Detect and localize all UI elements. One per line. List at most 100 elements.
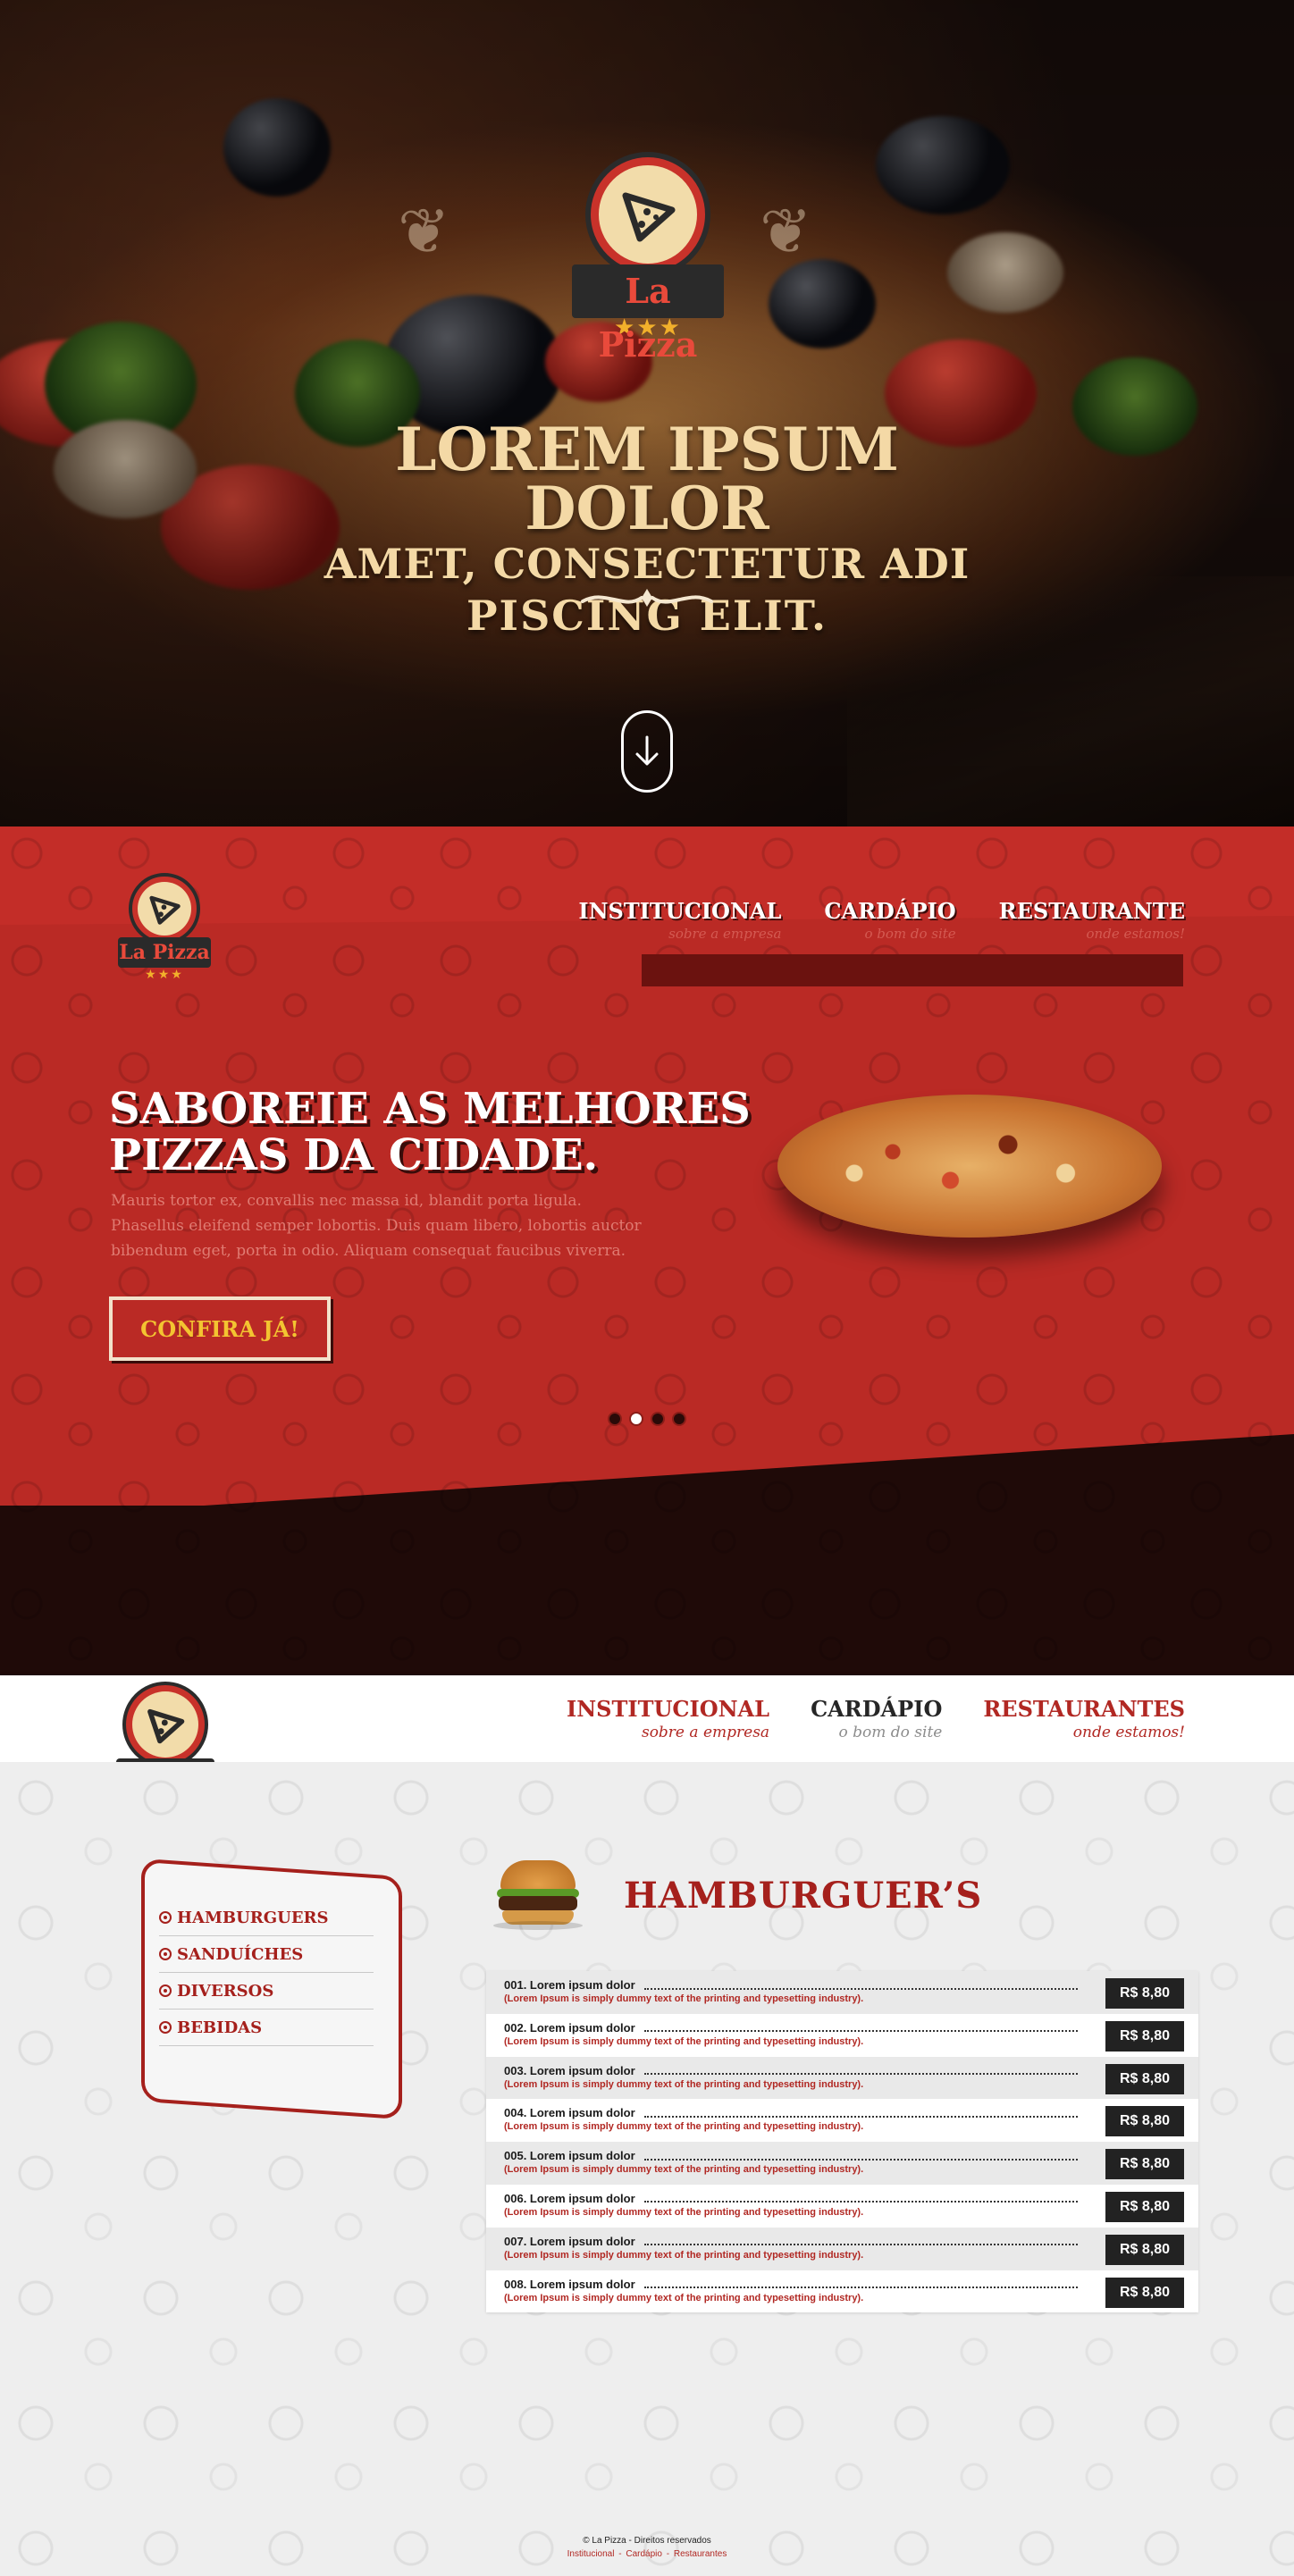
item-description: (Lorem Ipsum is simply dummy text of the… bbox=[504, 2164, 864, 2176]
footer: © La Pizza - Direitos reservados Institu… bbox=[0, 2536, 1294, 2559]
dotted-leader bbox=[643, 2194, 1078, 2203]
burger-icon bbox=[493, 1860, 583, 1930]
slider-section: La Pizza ★★★ INSTITUCIONAL sobre a empre… bbox=[0, 827, 1294, 1675]
nav-item-cardapio[interactable]: CARDÁPIO o bom do site bbox=[811, 1696, 942, 1741]
logo-circle bbox=[122, 1682, 208, 1767]
item-name: 006. Lorem ipsum dolor bbox=[504, 2191, 635, 2205]
menu-row[interactable]: 007. Lorem ipsum dolor (Lorem Ipsum is s… bbox=[486, 2227, 1198, 2270]
menu-row[interactable]: 008. Lorem ipsum dolor (Lorem Ipsum is s… bbox=[486, 2270, 1198, 2313]
menu-row[interactable]: 001. Lorem ipsum dolor (Lorem Ipsum is s… bbox=[486, 1971, 1198, 2014]
nav-subtitle: onde estamos! bbox=[1086, 926, 1185, 942]
nav-item-restaurante[interactable]: RESTAURANTE onde estamos! bbox=[999, 898, 1185, 942]
nav-title: INSTITUCIONAL bbox=[567, 1696, 770, 1722]
slide-title-line: pizzas da cidade. bbox=[109, 1130, 599, 1180]
footer-link-institucional[interactable]: Institucional bbox=[567, 2549, 615, 2559]
menu-row[interactable]: 004. Lorem ipsum dolor (Lorem Ipsum is s… bbox=[486, 2099, 1198, 2142]
nav-subtitle: o bom do site bbox=[864, 926, 956, 942]
nav-item-cardapio[interactable]: CARDÁPIO o bom do site bbox=[824, 898, 955, 942]
bullet-icon bbox=[159, 1984, 172, 1997]
hero-overlay bbox=[0, 0, 1294, 827]
slider-dot[interactable] bbox=[672, 1412, 686, 1426]
category-label: HAMBURGUERS bbox=[177, 1908, 329, 1927]
scroll-down-button[interactable] bbox=[621, 710, 673, 793]
dotted-leader bbox=[643, 2023, 1078, 2033]
nav-underline-bar bbox=[642, 954, 1183, 986]
item-description: (Lorem Ipsum is simply dummy text of the… bbox=[504, 2121, 864, 2133]
item-price: R$ 8,80 bbox=[1105, 2106, 1184, 2137]
item-description: (Lorem Ipsum is simply dummy text of the… bbox=[504, 2206, 864, 2218]
logo-inner bbox=[599, 165, 697, 264]
hero-logo[interactable]: La Pizza ★★★ bbox=[572, 152, 724, 365]
item-description: (Lorem Ipsum is simply dummy text of the… bbox=[504, 2292, 864, 2303]
dotted-leader bbox=[643, 2066, 1078, 2076]
main-nav: INSTITUCIONAL sobre a empresa CARDÁPIO o… bbox=[578, 898, 1185, 942]
pizza-image bbox=[777, 1095, 1162, 1238]
menu-row[interactable]: 006. Lorem ipsum dolor (Lorem Ipsum is s… bbox=[486, 2185, 1198, 2228]
slide-text: Mauris tortor ex, convallis nec massa id… bbox=[111, 1192, 642, 1260]
pizza-slice-icon bbox=[622, 192, 676, 242]
item-name: 007. Lorem ipsum dolor bbox=[504, 2234, 635, 2248]
hero-title-line: Lorem ipsum dolor bbox=[395, 415, 899, 543]
dotted-leader bbox=[643, 2236, 1078, 2246]
bullet-icon bbox=[159, 1911, 172, 1924]
item-price: R$ 8,80 bbox=[1105, 2063, 1184, 2094]
slider-dots bbox=[608, 1412, 686, 1426]
slider-dot-active[interactable] bbox=[629, 1412, 643, 1426]
nav-title: CARDÁPIO bbox=[811, 1696, 943, 1722]
nav-title: RESTAURANTE bbox=[998, 898, 1185, 924]
slide-title-line: Saboreie as melhores bbox=[109, 1084, 751, 1134]
confira-button[interactable]: CONFIRA JÁ! bbox=[109, 1296, 331, 1361]
category-title: HAMBURGUER’S bbox=[624, 1875, 983, 1917]
footer-link-cardapio[interactable]: Cardápio bbox=[626, 2549, 662, 2559]
divider-ornament-icon bbox=[579, 585, 715, 612]
item-price: R$ 8,80 bbox=[1105, 2149, 1184, 2180]
nav-item-institucional[interactable]: INSTITUCIONAL sobre a empresa bbox=[567, 1696, 769, 1741]
nav-subtitle: sobre a empresa bbox=[641, 1724, 770, 1741]
logo-circle bbox=[585, 152, 710, 277]
item-name: 005. Lorem ipsum dolor bbox=[504, 2149, 635, 2163]
item-name: 002. Lorem ipsum dolor bbox=[504, 2020, 635, 2035]
item-price: R$ 8,80 bbox=[1105, 2191, 1184, 2222]
nav-title: CARDÁPIO bbox=[824, 898, 956, 924]
nav-subtitle: onde estamos! bbox=[1072, 1724, 1185, 1741]
item-price: R$ 8,80 bbox=[1105, 1978, 1184, 2009]
header-logo[interactable]: La Pizza ★★★ bbox=[118, 873, 211, 982]
menu-row[interactable]: 005. Lorem ipsum dolor (Lorem Ipsum is s… bbox=[486, 2142, 1198, 2185]
slider-dot[interactable] bbox=[608, 1412, 622, 1426]
ornament-left-icon: ❦ bbox=[398, 195, 450, 268]
category-item[interactable]: BEBIDAS bbox=[159, 2010, 374, 2046]
category-list: HAMBURGUERS SANDUÍCHES DIVERSOS BEBIDAS bbox=[159, 1900, 374, 2046]
item-description: (Lorem Ipsum is simply dummy text of the… bbox=[504, 2035, 864, 2047]
item-description: (Lorem Ipsum is simply dummy text of the… bbox=[504, 2249, 864, 2261]
item-name: 004. Lorem ipsum dolor bbox=[504, 2106, 635, 2120]
category-label: DIVERSOS bbox=[177, 1981, 274, 2001]
logo-text: La Pizza bbox=[118, 937, 211, 968]
item-name: 001. Lorem ipsum dolor bbox=[504, 1978, 635, 1992]
nav-item-institucional[interactable]: INSTITUCIONAL sobre a empresa bbox=[578, 898, 781, 942]
logo-text: La Pizza bbox=[572, 264, 724, 365]
nav-item-restaurantes[interactable]: RESTAURANTES onde estamos! bbox=[983, 1696, 1185, 1741]
footer-link-restaurantes[interactable]: Restaurantes bbox=[674, 2549, 727, 2559]
category-item[interactable]: SANDUÍCHES bbox=[159, 1936, 374, 1973]
slider-dot[interactable] bbox=[651, 1412, 665, 1426]
nav-title: RESTAURANTES bbox=[983, 1696, 1185, 1722]
hero-section: ❦ ❦ La Pizza ★★★ Lorem ipsum dolor amet,… bbox=[0, 0, 1294, 827]
logo-circle bbox=[129, 873, 200, 944]
slide-title: Saboreie as melhores pizzas da cidade. bbox=[109, 1086, 751, 1179]
menu-nav: INSTITUCIONAL sobre a empresa CARDÁPIO o… bbox=[567, 1696, 1185, 1741]
category-item[interactable]: DIVERSOS bbox=[159, 1973, 374, 2010]
menu-table: 001. Lorem ipsum dolor (Lorem Ipsum is s… bbox=[486, 1971, 1198, 2313]
item-description: (Lorem Ipsum is simply dummy text of the… bbox=[504, 1993, 864, 2004]
pizza-slice-icon bbox=[149, 895, 181, 925]
menu-row[interactable]: 003. Lorem ipsum dolor (Lorem Ipsum is s… bbox=[486, 2056, 1198, 2100]
bullet-icon bbox=[159, 1948, 172, 1960]
menu-row[interactable]: 002. Lorem ipsum dolor (Lorem Ipsum is s… bbox=[486, 2014, 1198, 2057]
nav-title: INSTITUCIONAL bbox=[578, 898, 782, 924]
star-icon: ★★★ bbox=[145, 968, 184, 982]
arrow-down-icon bbox=[635, 735, 659, 766]
category-label: SANDUÍCHES bbox=[177, 1944, 304, 1964]
logo-inner bbox=[132, 1691, 198, 1758]
category-item[interactable]: HAMBURGUERS bbox=[159, 1900, 374, 1936]
item-name: 003. Lorem ipsum dolor bbox=[504, 2063, 635, 2077]
nav-subtitle: o bom do site bbox=[838, 1724, 943, 1741]
